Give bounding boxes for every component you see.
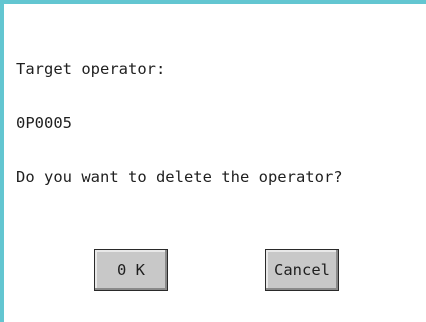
message-line-operator-id: 0P0005: [16, 114, 72, 132]
cancel-button[interactable]: Cancel: [265, 249, 339, 291]
message-line-target-label: Target operator:: [16, 60, 166, 78]
ok-button[interactable]: 0 K: [94, 249, 168, 291]
dialog-message: Target operator: 0P0005 Do you want to d…: [16, 24, 343, 222]
delete-operator-dialog: Target operator: 0P0005 Do you want to d…: [0, 0, 426, 322]
message-line-confirm-question: Do you want to delete the operator?: [16, 168, 343, 186]
